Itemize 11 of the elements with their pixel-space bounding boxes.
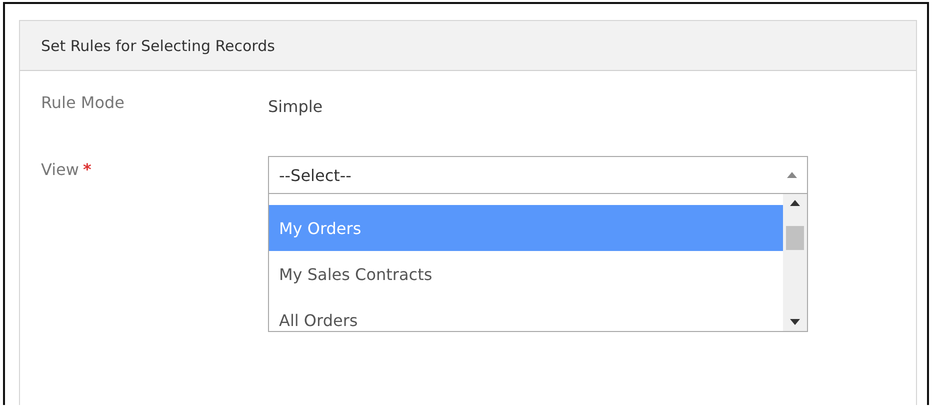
required-mark: * — [82, 160, 92, 179]
scroll-down-icon[interactable] — [790, 319, 800, 325]
scroll-up-icon[interactable] — [790, 200, 800, 206]
caret-up-icon — [787, 172, 797, 178]
field-label: View — [41, 160, 79, 179]
scroll-thumb[interactable] — [786, 226, 804, 250]
scrollbar[interactable] — [783, 194, 807, 331]
field-value: Simple — [268, 96, 323, 116]
panel-title: Set Rules for Selecting Records — [41, 36, 275, 54]
view-dropdown[interactable]: --Select-- — [268, 156, 808, 194]
field-label: Rule Mode — [41, 93, 125, 112]
